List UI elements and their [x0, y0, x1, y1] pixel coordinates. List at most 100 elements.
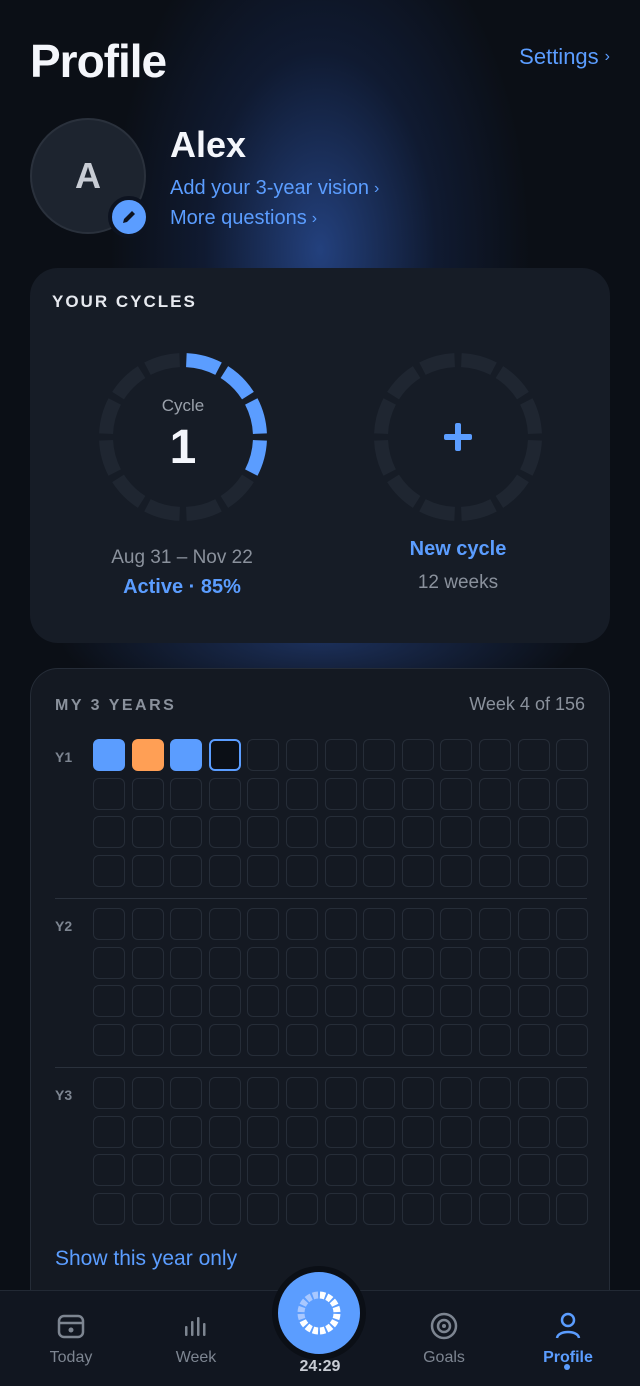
week-cell[interactable] [517, 739, 550, 771]
week-cell[interactable] [440, 739, 473, 771]
week-cell[interactable] [93, 816, 125, 849]
week-cell[interactable] [247, 1115, 280, 1148]
week-cell[interactable] [556, 854, 589, 887]
week-cell[interactable] [247, 946, 280, 979]
week-cell[interactable] [479, 1154, 511, 1187]
week-cell[interactable] [170, 985, 203, 1018]
week-cell[interactable] [93, 1023, 125, 1056]
week-cell[interactable] [247, 1077, 280, 1109]
week-cell[interactable] [324, 1023, 357, 1056]
week-cell[interactable] [324, 1077, 357, 1109]
week-cell[interactable] [247, 908, 280, 940]
week-cell[interactable] [479, 985, 511, 1018]
week-cell[interactable] [93, 739, 125, 771]
week-cell[interactable] [401, 1154, 434, 1187]
week-cell[interactable] [170, 1023, 203, 1056]
week-cell[interactable] [170, 739, 203, 771]
week-cell[interactable] [363, 1023, 396, 1056]
week-cell[interactable] [324, 816, 357, 849]
week-cell[interactable] [131, 777, 164, 810]
week-cell[interactable] [286, 946, 318, 979]
week-cell[interactable] [556, 1115, 589, 1148]
week-cell[interactable] [324, 908, 357, 940]
week-cell[interactable] [324, 1115, 357, 1148]
timer-button[interactable] [272, 1266, 366, 1360]
week-cell[interactable] [556, 777, 589, 810]
week-cell[interactable] [440, 1023, 473, 1056]
week-cell[interactable] [208, 946, 241, 979]
week-cell[interactable] [286, 816, 318, 849]
week-cell[interactable] [170, 1077, 203, 1109]
week-cell[interactable] [247, 1192, 280, 1225]
week-cell[interactable] [440, 854, 473, 887]
questions-link[interactable]: More questions › [170, 207, 317, 230]
week-cell[interactable] [401, 1077, 434, 1109]
week-cell[interactable] [247, 816, 280, 849]
week-cell[interactable] [93, 1115, 125, 1148]
week-cell[interactable] [247, 985, 280, 1018]
week-cell[interactable] [170, 816, 203, 849]
week-cell[interactable] [208, 1154, 241, 1187]
week-cell[interactable] [93, 1077, 125, 1109]
week-cell[interactable] [401, 1115, 434, 1148]
edit-avatar-button[interactable] [108, 196, 150, 238]
week-cell[interactable] [131, 1077, 164, 1109]
week-cell[interactable] [324, 1192, 357, 1225]
week-cell[interactable] [170, 777, 203, 810]
week-cell[interactable] [363, 1192, 396, 1225]
week-cell[interactable] [479, 777, 511, 810]
week-cell[interactable] [556, 739, 589, 771]
week-cell[interactable] [517, 816, 550, 849]
week-cell[interactable] [363, 777, 396, 810]
week-cell[interactable] [247, 1023, 280, 1056]
week-cell[interactable] [479, 946, 511, 979]
week-cell[interactable] [517, 1115, 550, 1148]
week-cell[interactable] [286, 854, 318, 887]
week-cell[interactable] [93, 777, 125, 810]
week-cell[interactable] [93, 854, 125, 887]
week-cell[interactable] [324, 985, 357, 1018]
week-cell[interactable] [440, 1115, 473, 1148]
week-cell[interactable] [363, 908, 396, 940]
week-cell[interactable] [170, 1154, 203, 1187]
week-cell[interactable] [208, 1023, 241, 1056]
week-cell[interactable] [286, 739, 318, 771]
current-cycle-ring[interactable]: Cycle 1 [96, 350, 270, 524]
tab-profile[interactable]: Profile [513, 1309, 623, 1367]
week-cell[interactable] [93, 1192, 125, 1225]
week-cell[interactable] [517, 777, 550, 810]
week-cell[interactable] [93, 1154, 125, 1187]
week-cell[interactable] [440, 946, 473, 979]
tab-week[interactable]: Week [141, 1309, 251, 1367]
week-cell[interactable] [556, 946, 589, 979]
week-cell[interactable] [208, 739, 241, 771]
week-cell[interactable] [363, 739, 396, 771]
week-cell[interactable] [440, 777, 473, 810]
week-cell[interactable] [479, 739, 511, 771]
week-cell[interactable] [170, 854, 203, 887]
week-cell[interactable] [286, 1192, 318, 1225]
week-cell[interactable] [208, 985, 241, 1018]
week-cell[interactable] [363, 985, 396, 1018]
week-cell[interactable] [556, 908, 589, 940]
week-cell[interactable] [440, 1077, 473, 1109]
week-cell[interactable] [131, 1192, 164, 1225]
week-cell[interactable] [517, 985, 550, 1018]
week-cell[interactable] [556, 1023, 589, 1056]
week-cell[interactable] [556, 1154, 589, 1187]
week-cell[interactable] [517, 946, 550, 979]
week-cell[interactable] [440, 816, 473, 849]
week-cell[interactable] [247, 777, 280, 810]
week-cell[interactable] [131, 946, 164, 979]
week-cell[interactable] [479, 1192, 511, 1225]
week-cell[interactable] [517, 854, 550, 887]
week-cell[interactable] [440, 985, 473, 1018]
week-cell[interactable] [556, 985, 589, 1018]
week-cell[interactable] [131, 1115, 164, 1148]
week-cell[interactable] [517, 1192, 550, 1225]
week-cell[interactable] [401, 1023, 434, 1056]
week-cell[interactable] [324, 946, 357, 979]
week-cell[interactable] [324, 854, 357, 887]
week-cell[interactable] [556, 1077, 589, 1109]
week-cell[interactable] [401, 985, 434, 1018]
